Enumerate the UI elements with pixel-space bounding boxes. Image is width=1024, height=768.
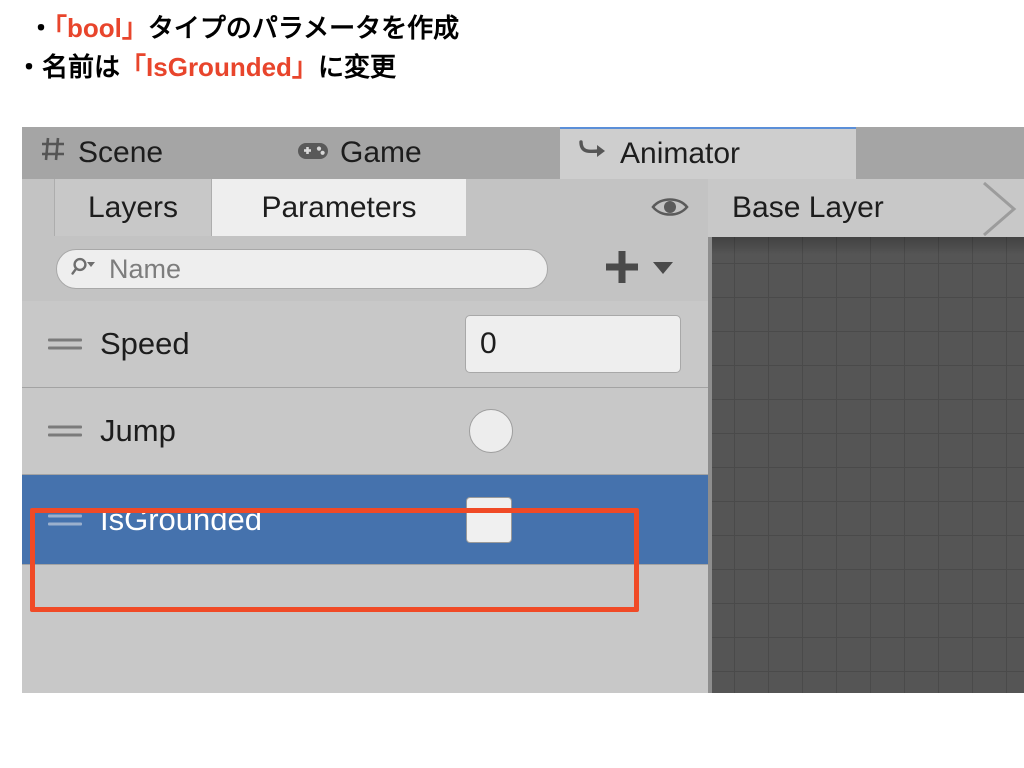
parameters-toolbar: Layers Parameters (22, 179, 708, 238)
animator-toolbar: Layers Parameters Base Layer (22, 179, 1024, 238)
drag-handle-icon[interactable] (48, 334, 82, 355)
parameter-trigger-jump[interactable] (469, 409, 513, 453)
parameter-row-speed[interactable]: Speed 0 (22, 301, 708, 388)
caption-line-2-text-a: 名前は (42, 51, 121, 82)
parameter-search-row: Name (22, 237, 708, 302)
parameter-row-jump[interactable]: Jump (22, 388, 708, 475)
breadcrumb-label: Base Layer (732, 191, 884, 224)
chevron-right-icon (980, 181, 1024, 242)
search-input[interactable]: Name (56, 249, 548, 289)
add-parameter-button[interactable] (602, 247, 676, 292)
parameter-row-isgrounded[interactable]: IsGrounded (22, 475, 708, 565)
parameters-panel: Name Speed 0 Jump IsGrounded (22, 237, 708, 693)
parameter-checkbox-isgrounded[interactable] (466, 496, 512, 543)
tab-parameters-label: Parameters (261, 190, 417, 224)
grid-icon (40, 136, 66, 170)
drag-handle-icon[interactable] (48, 421, 82, 442)
search-placeholder: Name (109, 253, 182, 284)
eye-icon[interactable] (648, 191, 692, 223)
graph-top-shadow (708, 237, 1024, 255)
parameter-name-isgrounded: IsGrounded (100, 501, 262, 537)
tab-layers-label: Layers (87, 190, 179, 224)
search-icon (71, 256, 97, 283)
caption-line-1-text: タイプのパラメータを作成 (147, 13, 460, 43)
breadcrumb[interactable]: Base Layer (708, 179, 884, 237)
caption-bullet-1: ・ (28, 13, 55, 43)
layer-breadcrumb-bar: Base Layer (708, 179, 1024, 237)
caption-line-1-accent: 「bool」 (54, 13, 148, 43)
parameter-name-jump: Jump (100, 413, 176, 448)
gamepad-icon (298, 136, 328, 170)
tab-animator-label: Animator (620, 137, 741, 170)
tab-game-label: Game (340, 136, 422, 169)
unity-editor-window: Scene Game Animator Layers Parameters Ba… (22, 127, 1024, 693)
caption-line-2: ・名前は「IsGrounded」に変更 (0, 51, 1024, 84)
tab-strip-filler (856, 127, 1024, 179)
plus-icon (602, 247, 642, 292)
tab-scene[interactable]: Scene (22, 127, 280, 179)
transition-arrow-icon (578, 137, 608, 171)
caption-line-2-text-b: に変更 (317, 51, 396, 82)
tab-layers[interactable]: Layers (54, 179, 212, 236)
caption-line-1: ・「bool」タイプのパラメータを作成 (0, 12, 1024, 45)
parameter-value-speed[interactable]: 0 (465, 315, 681, 373)
animator-graph-canvas[interactable] (708, 237, 1024, 693)
slide-caption: ・「bool」タイプのパラメータを作成 ・名前は「IsGrounded」に変更 (0, 0, 1024, 83)
drag-handle-icon[interactable] (48, 509, 82, 530)
chevron-down-icon (650, 257, 676, 282)
caption-bullet-2: ・ (16, 51, 43, 82)
panel-divider[interactable] (708, 237, 712, 693)
editor-tab-strip: Scene Game Animator (22, 127, 1024, 179)
tab-game[interactable]: Game (280, 127, 560, 179)
tab-parameters[interactable]: Parameters (212, 179, 466, 236)
slide-root: ・「bool」タイプのパラメータを作成 ・名前は「IsGrounded」に変更 (0, 0, 1024, 768)
caption-line-2-accent: 「IsGrounded」 (120, 51, 318, 82)
tab-scene-label: Scene (78, 136, 164, 169)
parameters-empty-area (22, 565, 708, 693)
parameter-name-speed: Speed (100, 326, 190, 361)
tab-animator[interactable]: Animator (560, 127, 856, 179)
